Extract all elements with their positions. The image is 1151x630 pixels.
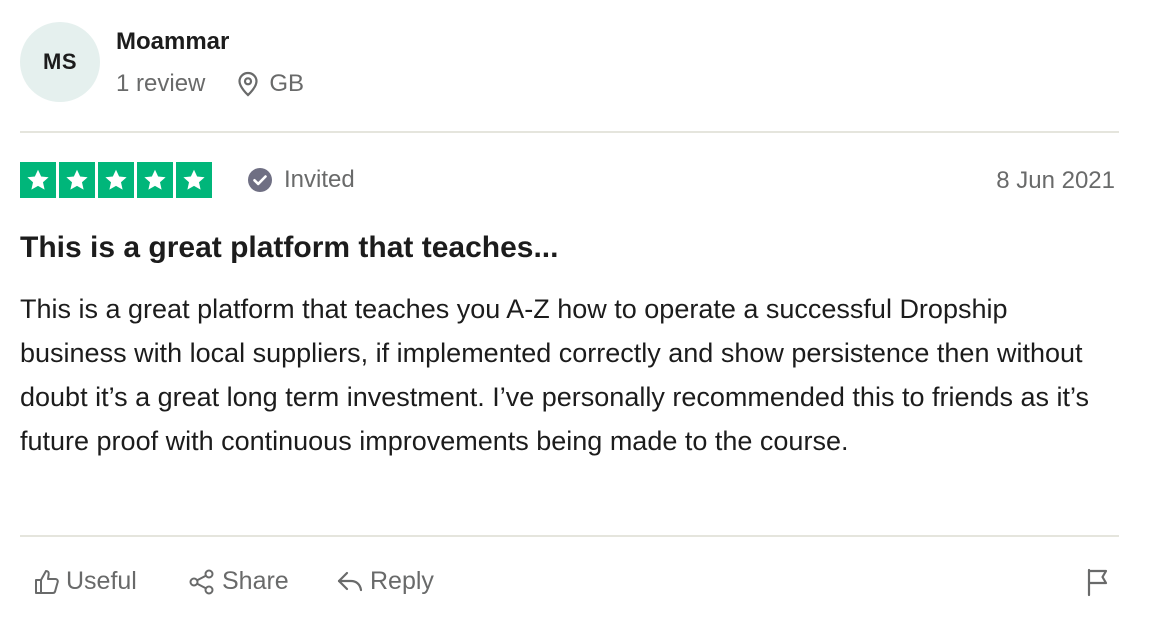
checkmark-circle-icon (248, 168, 272, 192)
star-icon (20, 162, 56, 198)
review-title[interactable]: This is a great platform that teaches... (20, 231, 558, 265)
avatar[interactable]: MS (20, 22, 100, 102)
thumbs-up-icon (35, 569, 59, 594)
share-icon (189, 569, 214, 594)
star-icon (176, 162, 212, 198)
rating-row: Invited 8 Jun 2021 (20, 162, 1119, 200)
star-icon (59, 162, 95, 198)
share-button[interactable]: Share (188, 567, 289, 596)
review-body: This is a great platform that teaches yo… (20, 294, 1090, 456)
reviewer-meta: 1 review GB (116, 70, 304, 98)
invited-label: Invited (284, 166, 355, 193)
divider (20, 535, 1119, 537)
star-rating (20, 162, 215, 198)
location-pin-icon (238, 71, 258, 97)
invited-badge[interactable]: Invited (247, 166, 355, 194)
review-card: MS Moammar 1 review GB Invited 8 Jun 202… (20, 0, 1119, 630)
reviewer-header: MS Moammar 1 review GB (20, 22, 1119, 104)
star-icon (137, 162, 173, 198)
review-actions: Useful Share Reply (20, 567, 1119, 607)
review-date: 8 Jun 2021 (996, 167, 1115, 194)
reviewer-name[interactable]: Moammar (116, 28, 229, 56)
report-flag-button[interactable] (1085, 567, 1117, 597)
avatar-initials: MS (43, 49, 77, 74)
useful-button[interactable]: Useful (34, 567, 137, 596)
divider (20, 131, 1119, 133)
useful-label: Useful (66, 567, 137, 595)
reply-icon (337, 571, 363, 591)
reply-label: Reply (370, 567, 434, 595)
location-label: GB (269, 70, 305, 97)
flag-icon (1087, 568, 1108, 597)
reviewer-location: GB (237, 70, 304, 98)
star-icon (98, 162, 134, 198)
share-label: Share (222, 567, 289, 595)
review-count: 1 review (116, 70, 206, 97)
reply-button[interactable]: Reply (336, 567, 434, 596)
